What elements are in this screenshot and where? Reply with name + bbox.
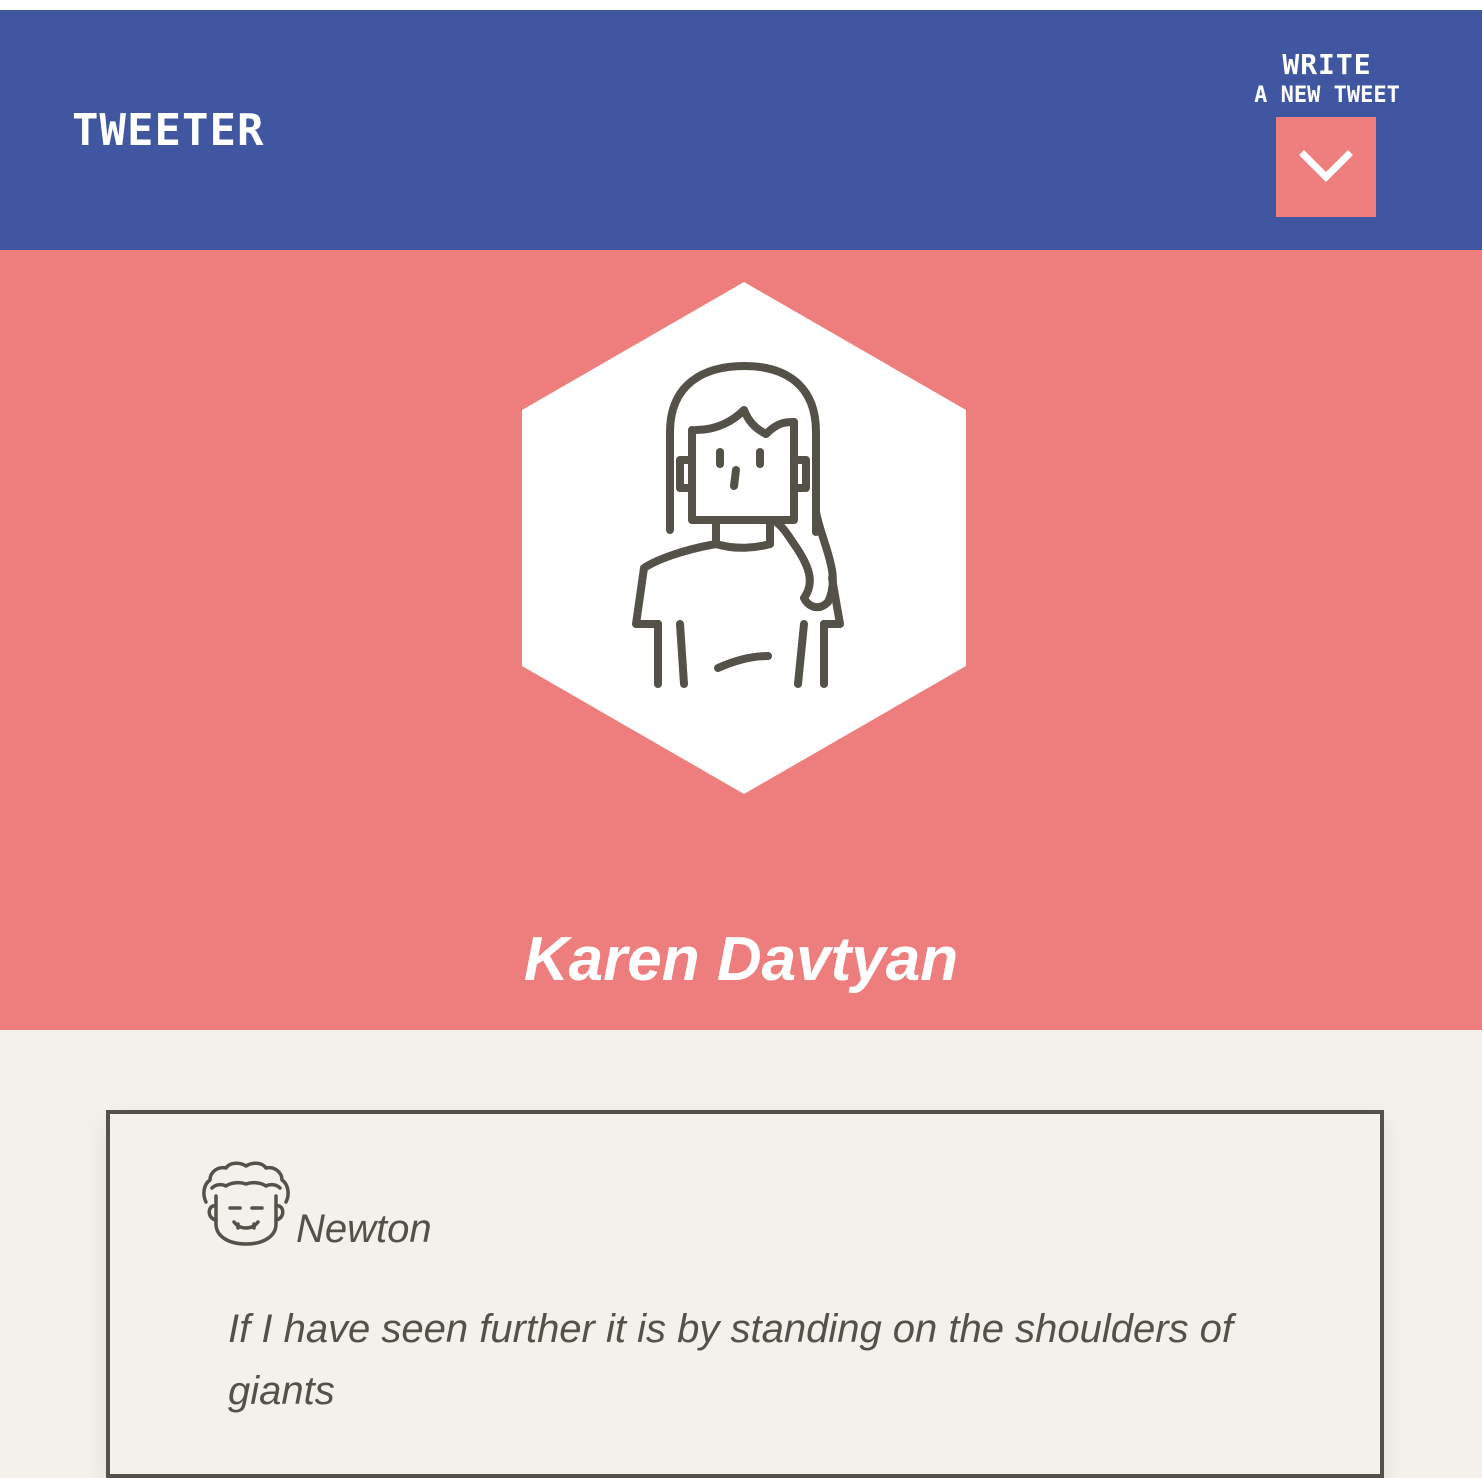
compose-label: WRITE A NEW TWEET: [1232, 48, 1422, 110]
profile-header: Karen Davtyan: [0, 250, 1482, 1030]
woman-avatar-icon: [522, 282, 966, 794]
tweet-text: If I have seen further it is by standing…: [228, 1307, 1234, 1413]
compose-label-line1: WRITE: [1282, 48, 1372, 81]
compose-toggle-button[interactable]: [1276, 117, 1376, 217]
profile-name: Karen Davtyan: [523, 925, 959, 994]
top-strip: [0, 0, 1482, 10]
chevron-down-icon: [1299, 150, 1353, 182]
brand-logo[interactable]: TWEETER: [72, 106, 264, 156]
curly-hair-man-avatar-icon: [202, 1161, 290, 1246]
navbar: TWEETER WRITE A NEW TWEET: [0, 10, 1482, 250]
tweet-card: Newton If I have seen further it is by s…: [106, 1110, 1384, 1478]
tweet-author[interactable]: Newton: [296, 1204, 432, 1254]
compose-label-line2: A NEW TWEET: [1254, 83, 1400, 108]
